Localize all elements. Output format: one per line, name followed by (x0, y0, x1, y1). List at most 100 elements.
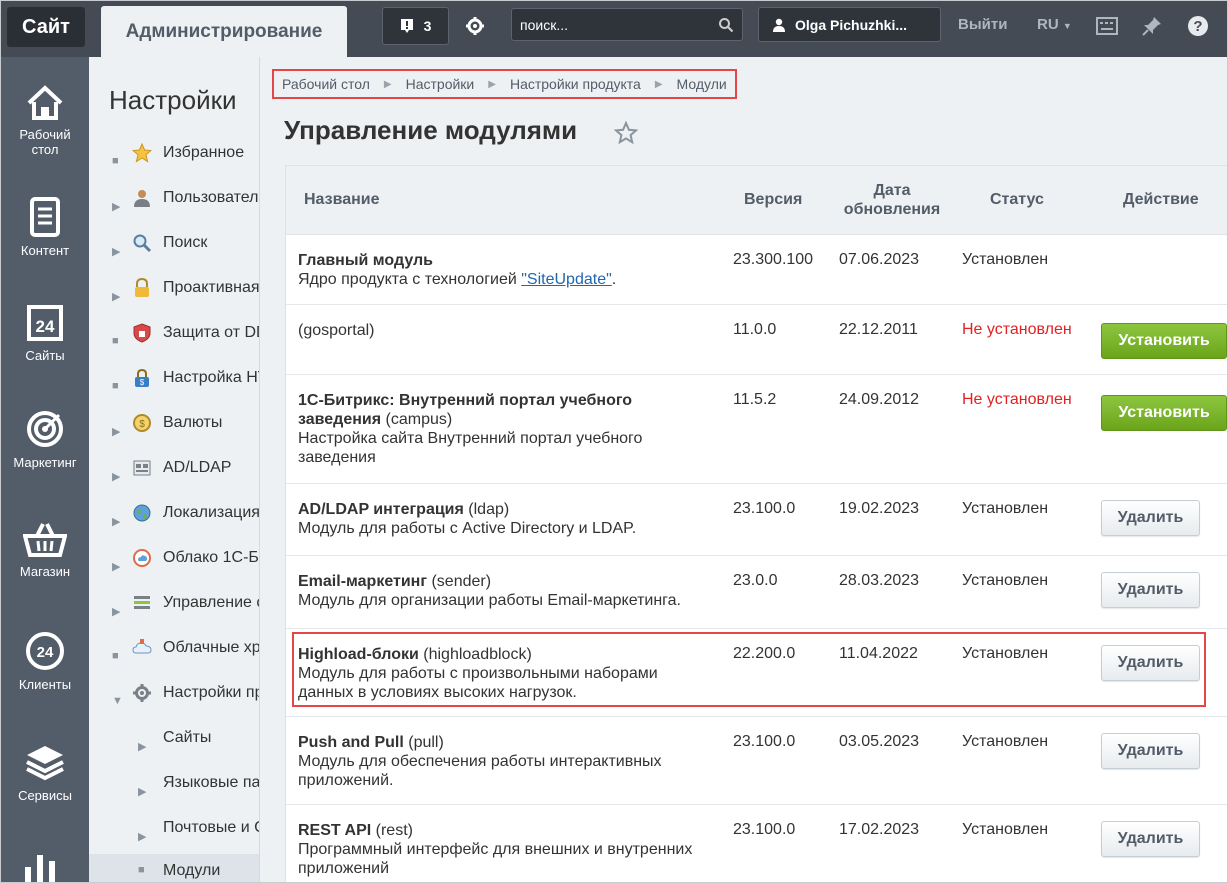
table-row: 1С-Битрикс: Внутренний портал учебного з… (286, 375, 1227, 484)
delete-button[interactable]: Удалить (1101, 500, 1200, 536)
favorite-star-icon[interactable] (614, 121, 638, 145)
breadcrumb-item[interactable]: Настройки (406, 76, 475, 92)
menu-item-label: Магазин (19, 564, 71, 579)
install-button[interactable]: Установить (1101, 395, 1227, 431)
tree-item-sites[interactable]: ▶ Сайты (89, 728, 259, 768)
help-icon[interactable]: ? (1187, 15, 1209, 37)
expand-arrow-icon: ▶ (112, 606, 121, 618)
module-version: 11.0.0 (733, 321, 777, 338)
page-title: Управление модулями (284, 115, 578, 145)
target-icon (27, 411, 63, 447)
tree-item-ldap[interactable]: ▶ AD/LDAP (89, 458, 259, 498)
menu-item-content[interactable]: Контент (1, 197, 89, 258)
tree-item-favorites[interactable]: ■ Избранное (89, 143, 259, 183)
tree-item-modules[interactable]: ■ Модули (89, 854, 259, 882)
logout-link[interactable]: Выйти (958, 16, 1007, 33)
module-name-cell: 1С-Битрикс: Внутренний портал учебного з… (298, 391, 658, 467)
tree-item-label: Модули (163, 862, 221, 879)
tree-item-label: Облачные хранилища (163, 639, 260, 656)
breadcrumb-arrow-icon: ▶ (654, 78, 663, 90)
tree-item-localization[interactable]: ▶ Локализация (89, 503, 259, 543)
header-status[interactable]: Статус (990, 191, 1044, 209)
delete-button[interactable]: Удалить (1101, 821, 1200, 857)
user-name: Olga Pichuzhki... (795, 16, 908, 33)
bullet-icon: ■ (138, 864, 145, 876)
svg-text:24: 24 (36, 317, 55, 336)
tree-item-mail-events[interactable]: ▶ Почтовые и СМС события (89, 818, 259, 858)
header-action[interactable]: Действие (1123, 191, 1199, 209)
menu-item-services[interactable]: Сервисы (1, 742, 89, 803)
header-version[interactable]: Версия (744, 191, 802, 209)
search-field[interactable] (511, 8, 743, 41)
menu-item-label: Контент (20, 243, 70, 258)
expand-arrow-icon: ▶ (112, 516, 121, 528)
header-date-line2: обновления (843, 201, 941, 218)
search-icon[interactable] (718, 17, 734, 33)
cloud-icon (133, 549, 151, 567)
header-name[interactable]: Название (304, 191, 380, 209)
delete-button[interactable]: Удалить (1101, 733, 1200, 769)
tree-item-proactive[interactable]: ▶ Проактивная защита (89, 278, 259, 318)
module-date: 22.12.2011 (839, 321, 918, 338)
tree-item-users[interactable]: ▶ Пользователи (89, 188, 259, 228)
tree-item-ddos[interactable]: ■ Защита от DDoS (89, 323, 259, 363)
tree-item-structure[interactable]: ▶ Управление структурой (89, 593, 259, 633)
breadcrumb-item[interactable]: Настройки продукта (510, 76, 641, 92)
tree-item-label: Сайты (163, 729, 212, 746)
site-tab[interactable]: Сайт (7, 7, 85, 47)
module-status: Установлен (962, 572, 1049, 589)
breadcrumb: Рабочий стол ▶ Настройки ▶ Настройки про… (272, 69, 737, 99)
keyboard-icon[interactable] (1096, 15, 1118, 37)
tree-item-label: Валюты (163, 414, 223, 431)
menu-item-desktop[interactable]: Рабочий стол (1, 85, 89, 157)
admin-window: Сайт Администрирование 3 Olga Pichuzhki.… (0, 0, 1228, 883)
tree-item-currencies[interactable]: ▶ $ Валюты (89, 413, 259, 453)
language-select[interactable]: RU ▼ (1037, 16, 1072, 33)
expand-arrow-icon: ▶ (138, 831, 147, 843)
module-desc-end: . (611, 271, 617, 288)
tree-item-label: Пользователи (163, 189, 260, 206)
layers-icon (26, 746, 64, 781)
menu-item-sites[interactable]: 24 Сайты (1, 302, 89, 363)
module-desc: Модуль для организации работы Email-марк… (298, 592, 681, 609)
notifications-button[interactable]: 3 (382, 7, 449, 45)
module-name-cell: Email-маркетинг (sender) Модуль для орга… (298, 572, 698, 610)
tree-item-label: Защита от DDoS (163, 324, 259, 341)
siteupdate-link[interactable]: "SiteUpdate" (521, 271, 612, 288)
install-button[interactable]: Установить (1101, 323, 1227, 359)
tree-item-https[interactable]: ■ $ Настройка HTTPS (89, 368, 259, 408)
module-version: 23.300.100 (733, 251, 814, 268)
menu-item-marketing[interactable]: Маркетинг (1, 409, 89, 470)
analytics-icon[interactable] (21, 847, 61, 883)
tree-item-cloud-storage[interactable]: ■ Облачные хранилища (89, 638, 259, 678)
module-status: Установлен (962, 500, 1049, 517)
table-row: AD/LDAP интеграция (ldap) Модуль для раб… (286, 484, 1227, 556)
delete-button[interactable]: Удалить (1101, 572, 1200, 608)
tree-item-search[interactable]: ▶ Поиск (89, 233, 259, 273)
search-input[interactable] (512, 9, 718, 40)
tree-item-product-settings[interactable]: ▼ Настройки продукта (89, 683, 259, 723)
menu-item-clients[interactable]: 24 Клиенты (1, 631, 89, 692)
module-code: (campus) (381, 411, 453, 428)
main-content: Рабочий стол ▶ Настройки ▶ Настройки про… (260, 57, 1227, 882)
breadcrumb-item[interactable]: Рабочий стол (282, 76, 370, 92)
lock-icon (135, 278, 149, 297)
tree-item-language[interactable]: ▶ Языковые параметры (89, 773, 259, 813)
svg-text:24: 24 (37, 644, 54, 661)
notifications-count: 3 (423, 18, 432, 34)
breadcrumb-item[interactable]: Модули (677, 76, 727, 92)
bullet-icon: ■ (112, 380, 119, 392)
tree-item-cloud[interactable]: ▶ Облако 1С-Битрикс (89, 548, 259, 588)
module-date: 17.02.2023 (839, 821, 920, 838)
home-icon (27, 85, 63, 120)
gear-icon (133, 684, 151, 702)
menu-item-shop[interactable]: Магазин (1, 522, 89, 579)
admin-tab[interactable]: Администрирование (101, 6, 347, 57)
header-date[interactable]: Дата обновления (842, 181, 942, 219)
module-version: 23.0.0 (733, 572, 778, 589)
gear-icon[interactable] (465, 16, 485, 36)
user-menu[interactable]: Olga Pichuzhki... (758, 7, 941, 42)
module-version: 23.100.0 (733, 733, 796, 750)
pin-icon[interactable] (1141, 15, 1163, 37)
module-name-cell: Push and Pull (pull) Модуль для обеспече… (298, 733, 678, 790)
